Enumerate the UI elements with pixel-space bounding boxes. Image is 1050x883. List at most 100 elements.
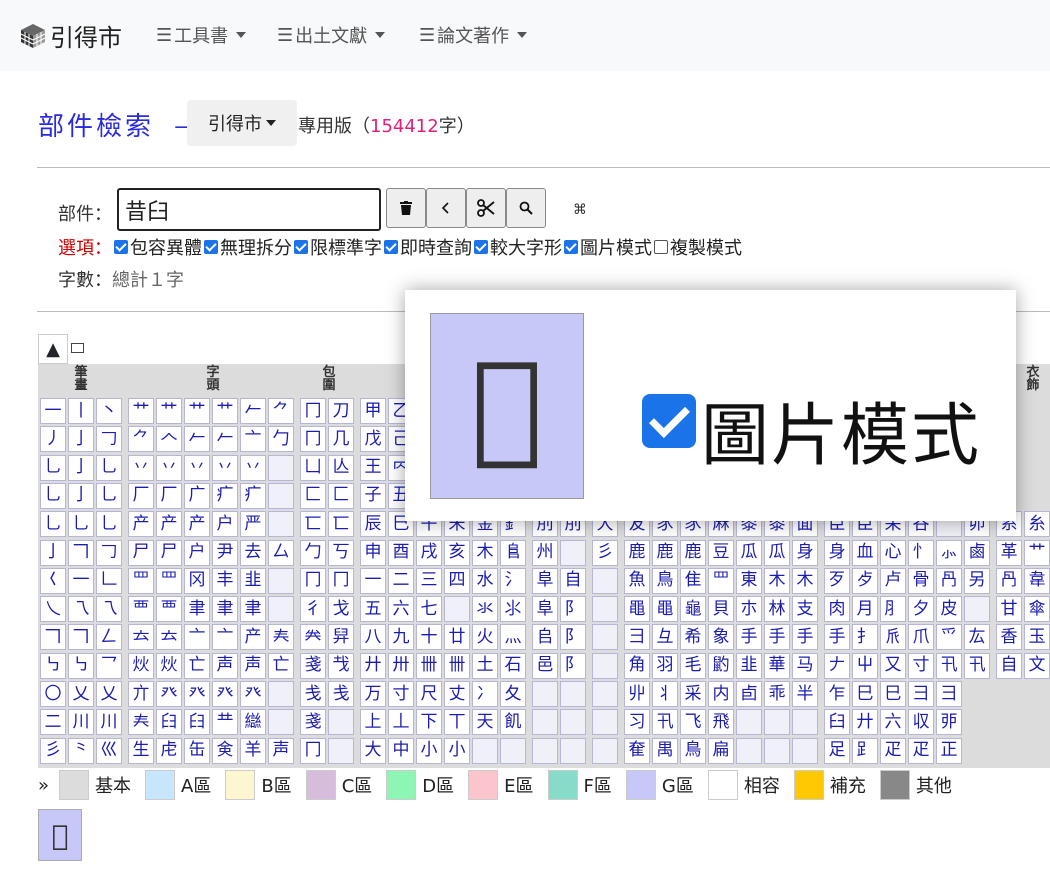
component-cell[interactable]: 自 <box>560 567 586 594</box>
component-cell[interactable]: 𠫓 <box>128 624 154 651</box>
component-cell[interactable]: 聿 <box>184 596 210 623</box>
component-cell[interactable]: 卂 <box>964 652 990 679</box>
component-cell[interactable]: 天 <box>472 709 498 736</box>
component-cell[interactable]: ㇉ <box>40 652 66 679</box>
component-cell[interactable]: 𠫓 <box>156 624 182 651</box>
component-cell[interactable]: 丰 <box>212 567 238 594</box>
component-cell[interactable]: 廾 <box>852 709 878 736</box>
component-cell[interactable]: 血 <box>852 539 878 566</box>
component-cell[interactable]: 勹 <box>300 539 326 566</box>
component-cell[interactable]: 韋 <box>1024 567 1050 594</box>
component-cell[interactable]: 革 <box>996 539 1022 566</box>
component-cell[interactable]: 角 <box>624 652 650 679</box>
component-cell[interactable]: 乚 <box>68 511 94 538</box>
component-cell[interactable]: ⺗ <box>936 539 962 566</box>
component-cell[interactable]: 夕 <box>908 596 934 623</box>
component-cell[interactable]: 䶂 <box>708 652 734 679</box>
component-cell[interactable]: 半 <box>792 681 818 707</box>
component-cell[interactable]: 爪 <box>908 624 934 651</box>
component-cell[interactable]: 夂 <box>500 681 526 707</box>
component-cell[interactable]: 申 <box>360 539 386 566</box>
component-cell[interactable]: 支 <box>792 596 818 623</box>
component-cell[interactable]: 匚 <box>328 482 354 509</box>
component-cell[interactable]: 丄 <box>388 709 414 736</box>
component-cell[interactable]: 希 <box>680 624 706 651</box>
component-cell[interactable]: 彳 <box>300 596 326 623</box>
component-cell[interactable]: 歹 <box>824 567 850 594</box>
component-cell[interactable]: 韭 <box>736 652 762 679</box>
component-cell[interactable]: 𠃌 <box>96 426 122 453</box>
component-cell[interactable]: 内 <box>708 681 734 707</box>
component-cell[interactable]: 匚 <box>300 482 326 509</box>
component-cell[interactable]: 豆 <box>708 539 734 566</box>
component-cell[interactable]: 乁 <box>96 596 122 623</box>
component-cell[interactable]: 戔 <box>300 652 326 679</box>
component-cell[interactable]: 乚 <box>96 482 122 509</box>
component-cell[interactable]: 戋 <box>328 681 354 707</box>
component-cell[interactable]: 下 <box>416 709 442 736</box>
component-cell[interactable]: 聿 <box>212 596 238 623</box>
component-cell[interactable]: 瓜 <box>764 539 790 566</box>
component-cell[interactable]: 亡 <box>184 652 210 679</box>
component-cell[interactable]: 亅 <box>40 539 66 566</box>
component-cell[interactable]: 身 <box>824 539 850 566</box>
component-cell[interactable]: 手 <box>824 624 850 651</box>
component-cell[interactable]: 彑 <box>652 624 678 651</box>
back-button[interactable] <box>426 188 466 228</box>
component-cell[interactable]: 玉 <box>1024 624 1050 651</box>
component-cell[interactable]: 州 <box>532 539 558 566</box>
component-cell[interactable]: 上 <box>360 709 386 736</box>
component-cell[interactable]: 丷 <box>212 454 238 481</box>
nav-item-reference[interactable]: ☰ 工具書 <box>156 22 247 48</box>
component-cell[interactable]: 歺 <box>852 567 878 594</box>
component-cell[interactable]: 屮 <box>852 652 878 679</box>
component-cell[interactable]: 木 <box>472 539 498 566</box>
component-cell[interactable]: ⺢ <box>500 596 526 623</box>
component-cell[interactable]: 舁 <box>328 624 354 651</box>
component-cell[interactable]: 小 <box>416 737 442 764</box>
component-cell[interactable]: 𠂉 <box>212 426 238 453</box>
component-cell[interactable]: 几 <box>328 426 354 453</box>
component-cell[interactable]: 骨 <box>908 567 934 594</box>
component-cell[interactable]: 阜 <box>532 567 558 594</box>
component-cell[interactable]: ⺈ <box>128 426 154 453</box>
component-cell[interactable]: 匸 <box>328 511 354 538</box>
component-cell[interactable]: 冂 <box>300 426 326 453</box>
collapse-toggle-button[interactable]: ▲ <box>38 334 68 364</box>
checkbox-variants[interactable] <box>114 240 128 254</box>
component-cell[interactable]: 石 <box>500 652 526 679</box>
component-cell[interactable]: 𡗗 <box>128 709 154 736</box>
component-cell[interactable]: 𠃌 <box>96 539 122 566</box>
component-cell[interactable]: 丷 <box>240 454 266 481</box>
component-cell[interactable]: 肉 <box>824 596 850 623</box>
component-cell[interactable]: 大 <box>360 737 386 764</box>
component-cell[interactable]: 手 <box>792 624 818 651</box>
component-cell[interactable]: 匸 <box>300 511 326 538</box>
component-cell[interactable]: 习 <box>624 709 650 736</box>
component-cell[interactable]: 一 <box>360 567 386 594</box>
component-cell[interactable]: 尺 <box>416 681 442 707</box>
component-cell[interactable]: 𠔉 <box>300 624 326 651</box>
component-cell[interactable]: 月 <box>852 596 878 623</box>
component-cell[interactable]: 尸 <box>128 539 154 566</box>
component-cell[interactable]: 严 <box>240 511 266 538</box>
component-cell[interactable]: 凵 <box>300 454 326 481</box>
component-cell[interactable]: ⺼ <box>880 596 906 623</box>
component-cell[interactable]: 奞 <box>624 737 650 764</box>
component-cell[interactable]: 廿 <box>444 624 470 651</box>
component-cell[interactable]: 炏 <box>156 652 182 679</box>
component-cell[interactable]: 疒 <box>240 482 266 509</box>
component-cell[interactable]: 𠃍 <box>68 539 94 566</box>
component-cell[interactable]: 辰 <box>360 511 386 538</box>
component-cell[interactable]: 鹿 <box>624 539 650 566</box>
component-cell[interactable]: 𠂇 <box>824 652 850 679</box>
component-cell[interactable]: 乚 <box>40 454 66 481</box>
component-cell[interactable]: 丂 <box>328 539 354 566</box>
checkbox-instant-query[interactable] <box>384 240 398 254</box>
component-cell[interactable]: 〇 <box>40 681 66 707</box>
component-cell[interactable]: 罒 <box>128 567 154 594</box>
component-cell[interactable]: 产 <box>184 511 210 538</box>
component-cell[interactable]: 乂 <box>96 681 122 707</box>
component-cell[interactable]: 黽 <box>624 596 650 623</box>
component-cell[interactable]: 𠃋 <box>96 624 122 651</box>
